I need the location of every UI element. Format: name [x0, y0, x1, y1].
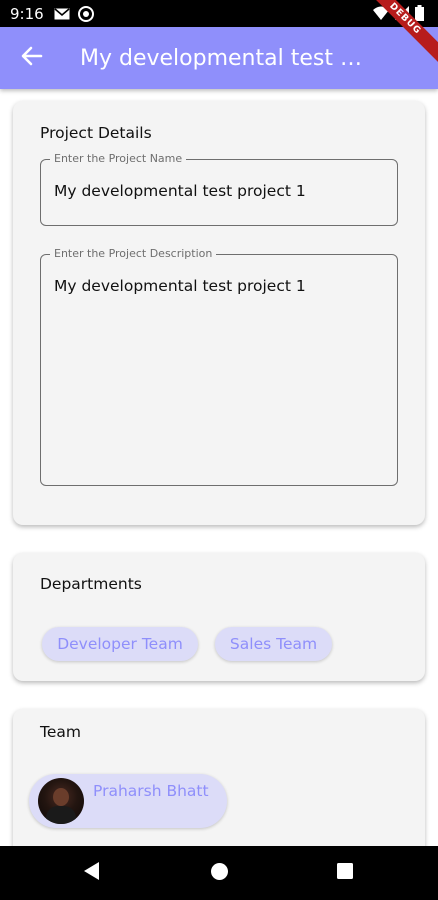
content-area[interactable]: Project Details Enter the Project Name M…: [0, 89, 438, 846]
status-bar: 9:16 DEBUG: [0, 0, 438, 63]
project-details-card: Project Details Enter the Project Name M…: [13, 101, 425, 525]
team-title: Team: [40, 723, 81, 741]
app-bar: My developmental test project 1: [0, 27, 438, 89]
recents-nav-button[interactable]: [315, 846, 375, 900]
project-description-value[interactable]: My developmental test project 1: [54, 277, 306, 295]
project-name-value[interactable]: My developmental test project 1: [54, 182, 306, 200]
team-member-chip[interactable]: Praharsh Bhatt: [29, 774, 227, 828]
back-button[interactable]: [2, 27, 62, 89]
project-description-label: Enter the Project Description: [50, 247, 217, 260]
home-nav-button[interactable]: [189, 846, 249, 900]
home-nav-icon: [210, 862, 228, 884]
back-nav-button[interactable]: [62, 846, 122, 900]
project-description-field[interactable]: Enter the Project Description My develop…: [40, 247, 398, 486]
project-name-field[interactable]: Enter the Project Name My developmental …: [40, 152, 398, 226]
project-details-title: Project Details: [40, 124, 152, 142]
department-chip-developer-team[interactable]: Developer Team: [42, 627, 198, 661]
team-member-name: Praharsh Bhatt: [93, 782, 209, 800]
sync-icon: [77, 5, 94, 22]
gmail-icon: [54, 7, 70, 20]
page-title: My developmental test project 1: [80, 45, 370, 71]
project-name-label: Enter the Project Name: [50, 152, 187, 165]
departments-card: Departments Developer Team Sales Team: [13, 553, 425, 681]
departments-title: Departments: [40, 575, 142, 593]
back-nav-icon: [84, 862, 100, 884]
system-nav-bar: [0, 846, 438, 900]
avatar: [38, 778, 84, 824]
department-chip-sales-team[interactable]: Sales Team: [215, 627, 332, 661]
recents-nav-icon: [337, 863, 353, 883]
status-time: 9:16: [10, 4, 44, 23]
arrow-back-icon: [21, 45, 43, 71]
